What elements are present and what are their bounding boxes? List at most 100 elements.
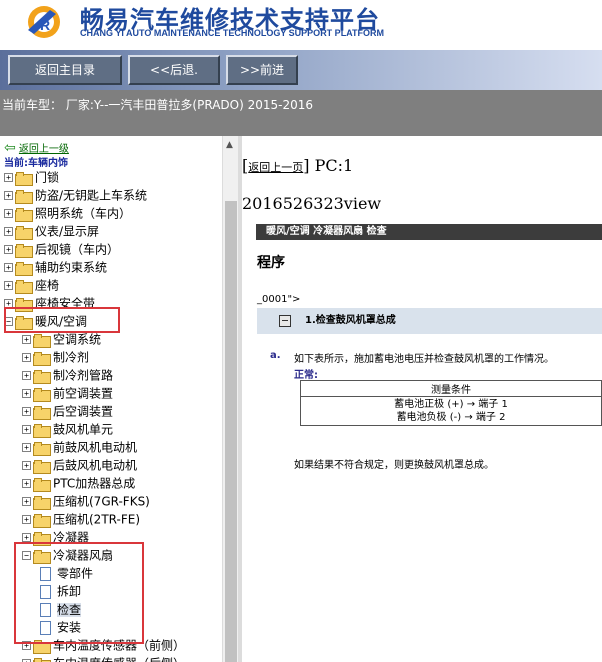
collapse-icon[interactable] [279, 315, 291, 327]
folder-icon [33, 405, 51, 420]
tree-folder[interactable]: + 仪表/显示屏 [4, 222, 99, 240]
tree-scrollbar[interactable]: ▲ [222, 136, 238, 662]
folder-icon [15, 261, 33, 276]
expand-icon[interactable]: + [4, 263, 13, 272]
tree-folder[interactable]: + 前空调装置 [22, 384, 113, 402]
tree-folder[interactable]: + 压缩机(7GR-FKS) [22, 492, 150, 510]
expand-icon[interactable]: + [4, 173, 13, 182]
tree-folder[interactable]: + 防盗/无钥匙上车系统 [4, 186, 147, 204]
step-letter: a. [270, 350, 281, 361]
tree-label: PTC加热器总成 [53, 476, 136, 491]
tree-folder[interactable]: + 前鼓风机电动机 [22, 438, 137, 456]
folder-icon [33, 441, 51, 456]
folder-icon [33, 351, 51, 366]
expand-icon[interactable]: + [4, 191, 13, 200]
expand-icon[interactable]: + [22, 425, 31, 434]
back-page-link[interactable]: 返回上一页 [248, 161, 303, 174]
tree-folder[interactable]: +车内温度传感器（后侧） [22, 654, 185, 662]
table-row-2: 蓄电池负极 (-) → 端子 2 [396, 412, 506, 423]
tree-label: 后视镜（车内） [35, 242, 120, 257]
highlight-box-hvac [4, 307, 120, 333]
tree-label: 仪表/显示屏 [35, 224, 100, 239]
tree-folder[interactable]: + 座椅 [4, 276, 59, 294]
expand-icon[interactable]: + [4, 245, 13, 254]
site-subtitle: CHANG YI AUTO MAINTENANCE TECHNOLOGY SUP… [80, 28, 385, 38]
tree-label: 空调系统 [53, 332, 102, 347]
tree-label: 压缩机(7GR-FKS) [53, 494, 150, 509]
tree-folder[interactable]: + 后鼓风机电动机 [22, 456, 137, 474]
tree-folder[interactable]: + 压缩机(2TR-FE) [22, 510, 140, 528]
tree-folder[interactable]: + 制冷剂管路 [22, 366, 113, 384]
folder-icon [33, 333, 51, 348]
tree-label: 后鼓风机电动机 [53, 458, 138, 473]
expand-icon[interactable]: + [4, 209, 13, 218]
expand-icon[interactable]: + [22, 371, 31, 380]
expand-icon[interactable]: + [22, 335, 31, 344]
expand-icon[interactable]: + [22, 407, 31, 416]
logo-icon: R [28, 6, 60, 38]
expand-icon[interactable]: + [4, 281, 13, 290]
folder-icon [33, 513, 51, 528]
table-row-1: 蓄电池正极 (+) → 端子 1 [394, 399, 508, 410]
folder-icon [33, 477, 51, 492]
folder-icon [33, 459, 51, 474]
content-panel: [返回上一页] PC:1 2016526323view 暖风/空调 冷凝器风扇 … [242, 136, 602, 662]
pc-label: PC:1 [314, 156, 354, 175]
condition-table: 测量条件 蓄电池正极 (+) → 端子 1 蓄电池负极 (-) → 端子 2 [300, 380, 602, 426]
tree-folder[interactable]: + 门锁 [4, 168, 59, 186]
highlight-box-condenser-fan [14, 542, 144, 644]
pc-line: [返回上一页] PC:1 [242, 156, 354, 175]
folder-icon [33, 423, 51, 438]
step-header[interactable]: 1.检查鼓风机罩总成 [257, 308, 602, 334]
expand-icon[interactable]: + [22, 389, 31, 398]
expand-icon[interactable]: + [22, 353, 31, 362]
table-cell: 蓄电池正极 (+) → 端子 1 蓄电池负极 (-) → 端子 2 [300, 396, 602, 426]
procedure-heading: 程序 [257, 255, 285, 271]
tree-label: 制冷剂管路 [53, 368, 114, 383]
tree-folder[interactable]: + 照明系统（车内） [4, 204, 131, 222]
tree-folder[interactable]: + 制冷剂 [22, 348, 89, 366]
step-text: 如下表所示，施加蓄电池电压并检查鼓风机罩的工作情况。 [294, 354, 554, 365]
folder-icon [15, 189, 33, 204]
tree-folder[interactable]: + 后视镜（车内） [4, 240, 119, 258]
tree-label: 前空调装置 [53, 386, 114, 401]
expand-icon[interactable]: + [22, 515, 31, 524]
expand-icon[interactable]: + [22, 497, 31, 506]
step-title: 1.检查鼓风机罩总成 [305, 315, 396, 326]
section-title: 暖风/空调 冷凝器风扇 检查 [256, 224, 602, 240]
tree-folder[interactable]: + PTC加热器总成 [22, 474, 135, 492]
folder-icon [15, 279, 33, 294]
folder-icon [33, 369, 51, 384]
tree-label: 压缩机(2TR-FE) [53, 512, 140, 527]
current-vehicle: 当前车型： 厂家:Y--一汽丰田普拉多(PRADO) 2015-2016 [0, 90, 602, 136]
expand-icon[interactable]: + [4, 227, 13, 236]
tree-folder[interactable]: + 辅助约束系统 [4, 258, 107, 276]
folder-icon [33, 495, 51, 510]
tree-label: 制冷剂 [53, 350, 90, 365]
current-node: 当前:车辆内饰 [4, 158, 68, 169]
expand-icon[interactable]: + [22, 443, 31, 452]
scroll-thumb[interactable] [225, 201, 237, 662]
navbar: 返回主目录 <<后退. >>前进 [0, 50, 602, 90]
folder-icon [15, 207, 33, 222]
expand-icon[interactable]: + [22, 533, 31, 542]
folder-icon [33, 387, 51, 402]
tree-label: 前鼓风机电动机 [53, 440, 138, 455]
folder-icon [15, 243, 33, 258]
tree-folder[interactable]: + 鼓风机单元 [22, 420, 113, 438]
tree-folder[interactable]: + 后空调装置 [22, 402, 113, 420]
tree-label: 防盗/无钥匙上车系统 [35, 188, 148, 203]
tree-label: 鼓风机单元 [53, 422, 114, 437]
expand-icon[interactable]: + [22, 461, 31, 470]
svg-text:R: R [40, 17, 50, 33]
tree-label: 车内温度传感器（后侧） [53, 657, 185, 662]
scroll-up-icon[interactable]: ▲ [226, 140, 233, 150]
back-button[interactable]: <<后退. [128, 55, 220, 85]
view-id: 2016526323view [242, 194, 382, 213]
forward-button[interactable]: >>前进 [226, 55, 298, 85]
sub-code: _0001"> [257, 294, 301, 305]
expand-icon[interactable]: + [22, 479, 31, 488]
header: R 畅易汽车维修技术支持平台 CHANG YI AUTO MAINTENANCE… [0, 0, 602, 50]
tree-label: 辅助约束系统 [35, 260, 108, 275]
back-to-main-button[interactable]: 返回主目录 [8, 55, 122, 85]
